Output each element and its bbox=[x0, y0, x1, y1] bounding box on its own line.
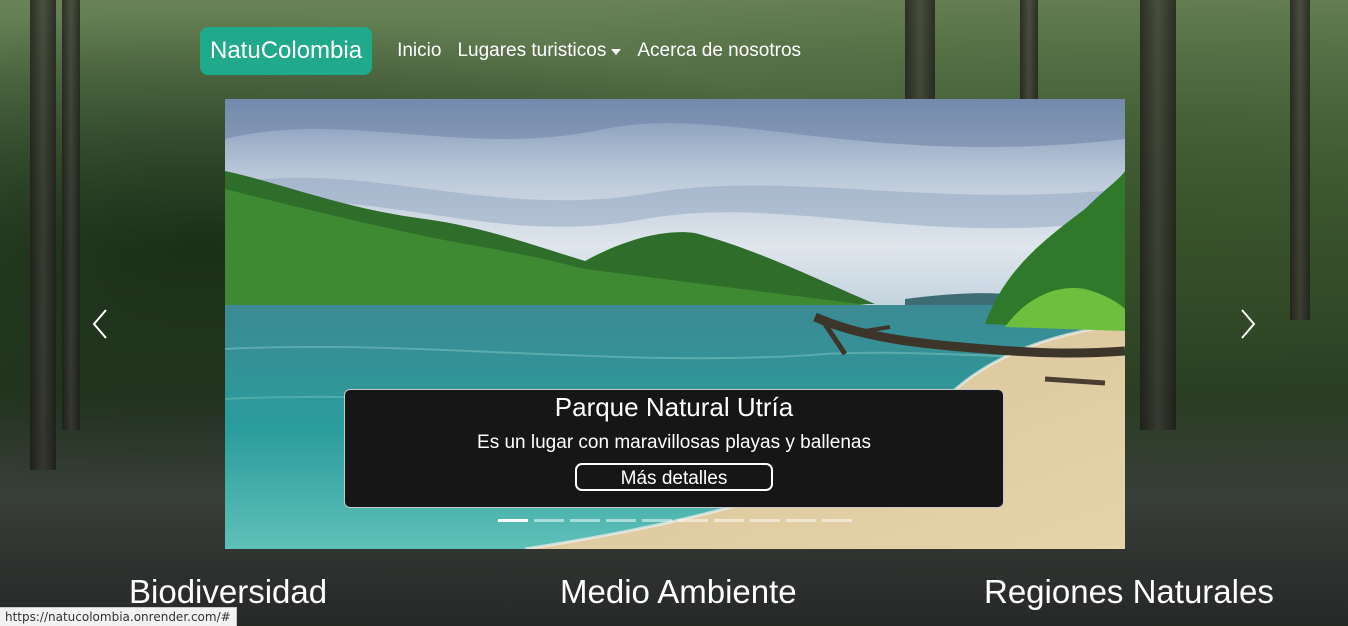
section-heading-medio-ambiente: Medio Ambiente bbox=[560, 573, 797, 610]
nav-dropdown-lugares-turisticos[interactable]: Lugares turisticos bbox=[457, 40, 622, 62]
carousel: Parque Natural Utría Es un lugar con mar… bbox=[225, 99, 1125, 549]
section-heading-biodiversidad: Biodiversidad bbox=[129, 573, 328, 610]
brand-logo-link[interactable]: NatuColombia bbox=[200, 27, 373, 75]
nav-dropdown-label: Lugares turisticos bbox=[457, 40, 607, 61]
carousel-indicator-8[interactable] bbox=[750, 519, 780, 522]
carousel-indicator-2[interactable] bbox=[534, 519, 564, 522]
section-heading-regiones-naturales: Regiones Naturales bbox=[984, 573, 1274, 610]
carousel-indicator-4[interactable] bbox=[606, 519, 636, 522]
nav-link-acerca-de-nosotros[interactable]: Acerca de nosotros bbox=[637, 40, 801, 62]
nav-link-inicio[interactable]: Inicio bbox=[397, 40, 441, 62]
carousel-indicator-10[interactable] bbox=[822, 519, 852, 522]
carousel-prev-button[interactable] bbox=[80, 300, 120, 348]
carousel-indicator-6[interactable] bbox=[678, 519, 708, 522]
carousel-indicator-7[interactable] bbox=[714, 519, 744, 522]
carousel-indicators bbox=[498, 519, 858, 522]
carousel-indicator-5[interactable] bbox=[642, 519, 672, 522]
caret-down-icon bbox=[611, 49, 622, 55]
more-details-button[interactable]: Más detalles bbox=[575, 463, 773, 491]
nav-link-acerca-label: Acerca de nosotros bbox=[637, 40, 802, 61]
carousel-caption: Parque Natural Utría Es un lugar con mar… bbox=[344, 389, 1004, 508]
chevron-right-icon bbox=[1241, 309, 1256, 339]
main-navbar: NatuColombia Inicio Lugares turisticos A… bbox=[200, 27, 817, 75]
slide-description: Es un lugar con maravillosas playas y ba… bbox=[477, 432, 871, 453]
carousel-next-button[interactable] bbox=[1228, 300, 1268, 348]
carousel-indicator-9[interactable] bbox=[786, 519, 816, 522]
chevron-left-icon bbox=[92, 309, 107, 339]
slide-title: Parque Natural Utría bbox=[554, 392, 794, 422]
browser-status-url: https://natucolombia.onrender.com/# bbox=[0, 607, 237, 626]
carousel-indicator-3[interactable] bbox=[570, 519, 600, 522]
carousel-indicator-1[interactable] bbox=[498, 519, 528, 522]
nav-link-inicio-label: Inicio bbox=[397, 40, 442, 61]
